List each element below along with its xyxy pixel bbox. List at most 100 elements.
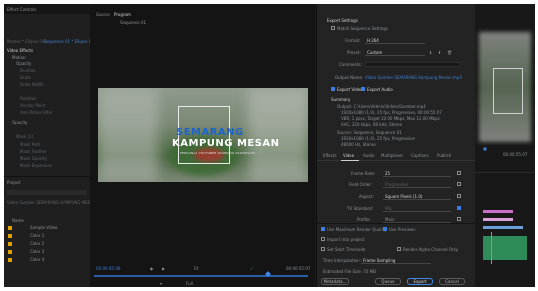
audio-clip[interactable] — [483, 236, 527, 260]
tab-effects[interactable]: Effects — [323, 153, 337, 158]
frame-rate-select[interactable] — [383, 170, 451, 177]
effect-row[interactable]: Opacity — [16, 61, 31, 66]
queue-button[interactable]: Queue — [375, 278, 401, 285]
video-row-label: TV Standard: — [347, 206, 373, 211]
import-project-label: Import into project — [327, 237, 365, 242]
cancel-button[interactable]: Cancel — [439, 278, 465, 285]
video-row-label: Aspect: — [359, 194, 374, 199]
playhead-line — [491, 232, 492, 264]
effect-row: Mask Expansion — [20, 163, 53, 168]
effect-row[interactable]: Opacity — [12, 120, 27, 125]
format-value: H.264 — [367, 38, 379, 43]
comments-label: Comments: — [339, 62, 363, 67]
tab-effect-controls[interactable]: Effect Controls — [7, 7, 36, 12]
tab-publish[interactable]: Publish — [437, 153, 451, 158]
match-sequence-checkbox[interactable] — [331, 26, 335, 30]
export-settings-dialog: Export Settings Match Sequence Settings … — [316, 4, 476, 287]
export-button[interactable]: Export — [407, 278, 433, 285]
tab-program[interactable]: Program — [114, 12, 131, 17]
sequence-name[interactable]: Sequence 01 — [120, 20, 146, 25]
field-order-value: Progressive — [385, 182, 409, 187]
title-line-2: KAMPUNG MESAN — [172, 138, 280, 149]
premiere-app: Effect Controls Master * Ellipse 001 Seq… — [4, 4, 535, 287]
current-timecode[interactable]: 00:00:45:06 — [96, 266, 120, 271]
project-item[interactable]: Sample Video — [30, 225, 57, 230]
tab-source[interactable]: Source — [96, 12, 110, 17]
max-render-checkbox[interactable] — [321, 227, 325, 231]
source-range-label: ▾ — [160, 281, 163, 286]
use-previews-label: Use Previews — [389, 227, 416, 232]
checkmark-icon: ✓ — [250, 266, 254, 271]
section-divider — [317, 223, 475, 224]
timeline-scrubber[interactable] — [94, 275, 308, 277]
effect-row: Video Effects — [7, 48, 34, 53]
play-icon[interactable]: ▶ — [162, 266, 165, 271]
import-preset-icon[interactable]: ⬆ — [438, 50, 441, 55]
output-name-link[interactable]: Video Sumber SEMARANG Kampung Mesan.mp4 — [365, 75, 462, 80]
comments-field[interactable] — [365, 62, 461, 67]
effect-row[interactable]: Motion — [12, 55, 26, 60]
color-label — [8, 242, 12, 246]
sequence-link[interactable]: Sequence 01 * Ellipse 001 — [44, 39, 97, 44]
profile-value: Main — [385, 217, 395, 222]
frame-rate-value: 25 — [385, 171, 391, 176]
project-item[interactable]: Color 4 — [30, 257, 44, 262]
set-start-checkbox[interactable] — [321, 247, 325, 251]
blur-right — [248, 88, 308, 182]
profile-checkbox[interactable] — [457, 217, 461, 221]
project-title[interactable]: Project — [7, 180, 21, 185]
export-audio-label: Export Audio — [367, 87, 393, 92]
summary-line: 1920x1080 (1.0), 25 fps, Progressive, 00… — [341, 110, 442, 115]
export-settings-heading[interactable]: Export Settings — [327, 18, 358, 23]
preset-value: Custom — [367, 50, 383, 55]
video-clip[interactable] — [483, 226, 523, 229]
aspect-value: Square Pixels (1.0) — [385, 194, 423, 199]
interp-label: Time Interpolation: — [323, 258, 362, 263]
tv-standard-value: PAL — [385, 206, 393, 211]
use-previews-checkbox[interactable] — [383, 227, 387, 231]
video-clip[interactable] — [483, 218, 513, 221]
effect-row: Position — [20, 68, 36, 73]
summary-line: Output: C:\Users\Admin\Videos\Sumber.mp4 — [337, 104, 426, 109]
effect-row: Anti-flicker Filter — [20, 110, 53, 115]
tab-captions[interactable]: Captions — [411, 153, 429, 158]
project-search[interactable] — [7, 190, 87, 195]
metadata-button[interactable]: Metadata... — [321, 278, 349, 285]
aspect-checkbox[interactable] — [457, 194, 461, 198]
right-preview-frame — [493, 68, 523, 114]
effect-row: Scale Width — [20, 82, 44, 87]
timeline-timecode-icon: ■ — [483, 146, 487, 151]
delete-preset-icon[interactable]: 🗑 — [447, 50, 452, 55]
save-preset-icon[interactable]: ⬇ — [429, 50, 432, 55]
quality-select[interactable]: Full — [186, 281, 193, 286]
marker-icon[interactable]: ◆ — [150, 266, 153, 271]
field-order-checkbox[interactable] — [457, 182, 461, 186]
export-video-checkbox[interactable] — [331, 87, 335, 91]
tab-multiplexer[interactable]: Multiplexer — [381, 153, 403, 158]
blur-left — [98, 88, 158, 182]
tv-standard-select[interactable] — [383, 205, 451, 212]
tab-video[interactable]: Video — [343, 153, 354, 158]
project-name-header[interactable]: Name — [12, 218, 24, 223]
summary-heading[interactable]: Summary — [331, 97, 350, 102]
color-label — [8, 258, 12, 262]
fit-select[interactable]: Fit — [194, 266, 199, 271]
panel-divider — [4, 176, 90, 177]
render-alpha-checkbox[interactable] — [397, 247, 401, 251]
video-clip[interactable] — [483, 210, 513, 213]
project-item[interactable]: Color 2 — [30, 241, 44, 246]
frame-rate-checkbox[interactable] — [457, 171, 461, 175]
timeline-ruler — [475, 172, 535, 173]
tv-standard-checkbox[interactable] — [457, 206, 461, 210]
color-label — [8, 226, 12, 230]
tab-audio[interactable]: Audio — [363, 153, 374, 158]
import-project-checkbox[interactable] — [321, 237, 325, 241]
summary-line: AAC, 320 kbps, 48 kHz, Stereo — [341, 122, 403, 127]
video-row-label: Field Order: — [349, 182, 373, 187]
title-line-1: SEMARANG — [176, 127, 244, 138]
timeline-timecode: 00:00:55:07 — [503, 152, 528, 157]
project-item[interactable]: Color 3 — [30, 249, 44, 254]
project-item[interactable]: Color 1 — [30, 233, 44, 238]
export-audio-checkbox[interactable] — [361, 87, 365, 91]
video-row-label: Frame Rate: — [351, 171, 376, 176]
